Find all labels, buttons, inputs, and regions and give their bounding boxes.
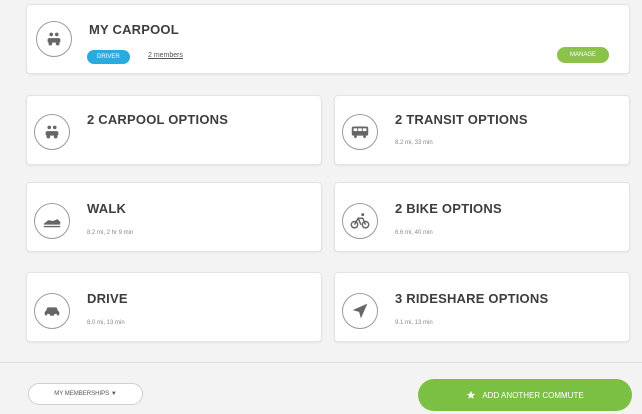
option-detail: 6.6 mi, 40 min <box>395 230 433 236</box>
option-card-rideshare[interactable]: 3 RIDESHARE OPTIONS 9.1 mi, 13 min <box>334 272 630 342</box>
my-carpool-card[interactable]: MY CARPOOL DRIVER 2 members MANAGE <box>26 4 630 74</box>
option-title: WALK <box>87 201 127 216</box>
star-icon <box>467 390 476 399</box>
option-title: 2 BIKE OPTIONS <box>395 201 502 216</box>
option-detail: 8.0 mi, 13 min <box>87 320 125 326</box>
chevron-down-icon: ▼ <box>110 391 117 397</box>
option-detail: 9.1 mi, 13 min <box>395 320 433 326</box>
add-commute-label: ADD ANOTHER COMMUTE <box>482 390 584 400</box>
option-title: DRIVE <box>87 291 128 306</box>
add-another-commute-button[interactable]: ADD ANOTHER COMMUTE <box>418 379 632 411</box>
option-title: 2 TRANSIT OPTIONS <box>395 112 528 127</box>
car-icon <box>34 293 70 329</box>
option-detail: 8.2 mi, 2 hr 9 min <box>87 230 134 236</box>
driver-badge: DRIVER <box>87 50 130 64</box>
option-card-bike[interactable]: 2 BIKE OPTIONS 6.6 mi, 40 min <box>334 182 630 252</box>
members-link[interactable]: 2 members <box>148 52 183 59</box>
manage-button[interactable]: MANAGE <box>557 47 609 63</box>
memberships-label: MY MEMBERSHIPS <box>54 391 110 397</box>
bus-icon <box>342 114 378 150</box>
carpool-icon <box>36 21 72 57</box>
memberships-dropdown[interactable]: MY MEMBERSHIPS ▼ <box>28 383 143 405</box>
option-detail: 8.2 mi, 33 min <box>395 140 433 146</box>
carpool-icon <box>34 114 70 150</box>
option-title: 2 CARPOOL OPTIONS <box>87 112 229 127</box>
option-card-carpool[interactable]: 2 CARPOOL OPTIONS <box>26 95 322 165</box>
walk-icon <box>34 203 70 239</box>
navigation-arrow-icon <box>342 293 378 329</box>
my-carpool-title: MY CARPOOL <box>89 22 179 37</box>
option-card-transit[interactable]: 2 TRANSIT OPTIONS 8.2 mi, 33 min <box>334 95 630 165</box>
option-title: 3 RIDESHARE OPTIONS <box>395 291 549 306</box>
option-card-walk[interactable]: WALK 8.2 mi, 2 hr 9 min <box>26 182 322 252</box>
option-card-drive[interactable]: DRIVE 8.0 mi, 13 min <box>26 272 322 342</box>
footer-divider <box>0 362 642 363</box>
bike-icon <box>342 203 378 239</box>
